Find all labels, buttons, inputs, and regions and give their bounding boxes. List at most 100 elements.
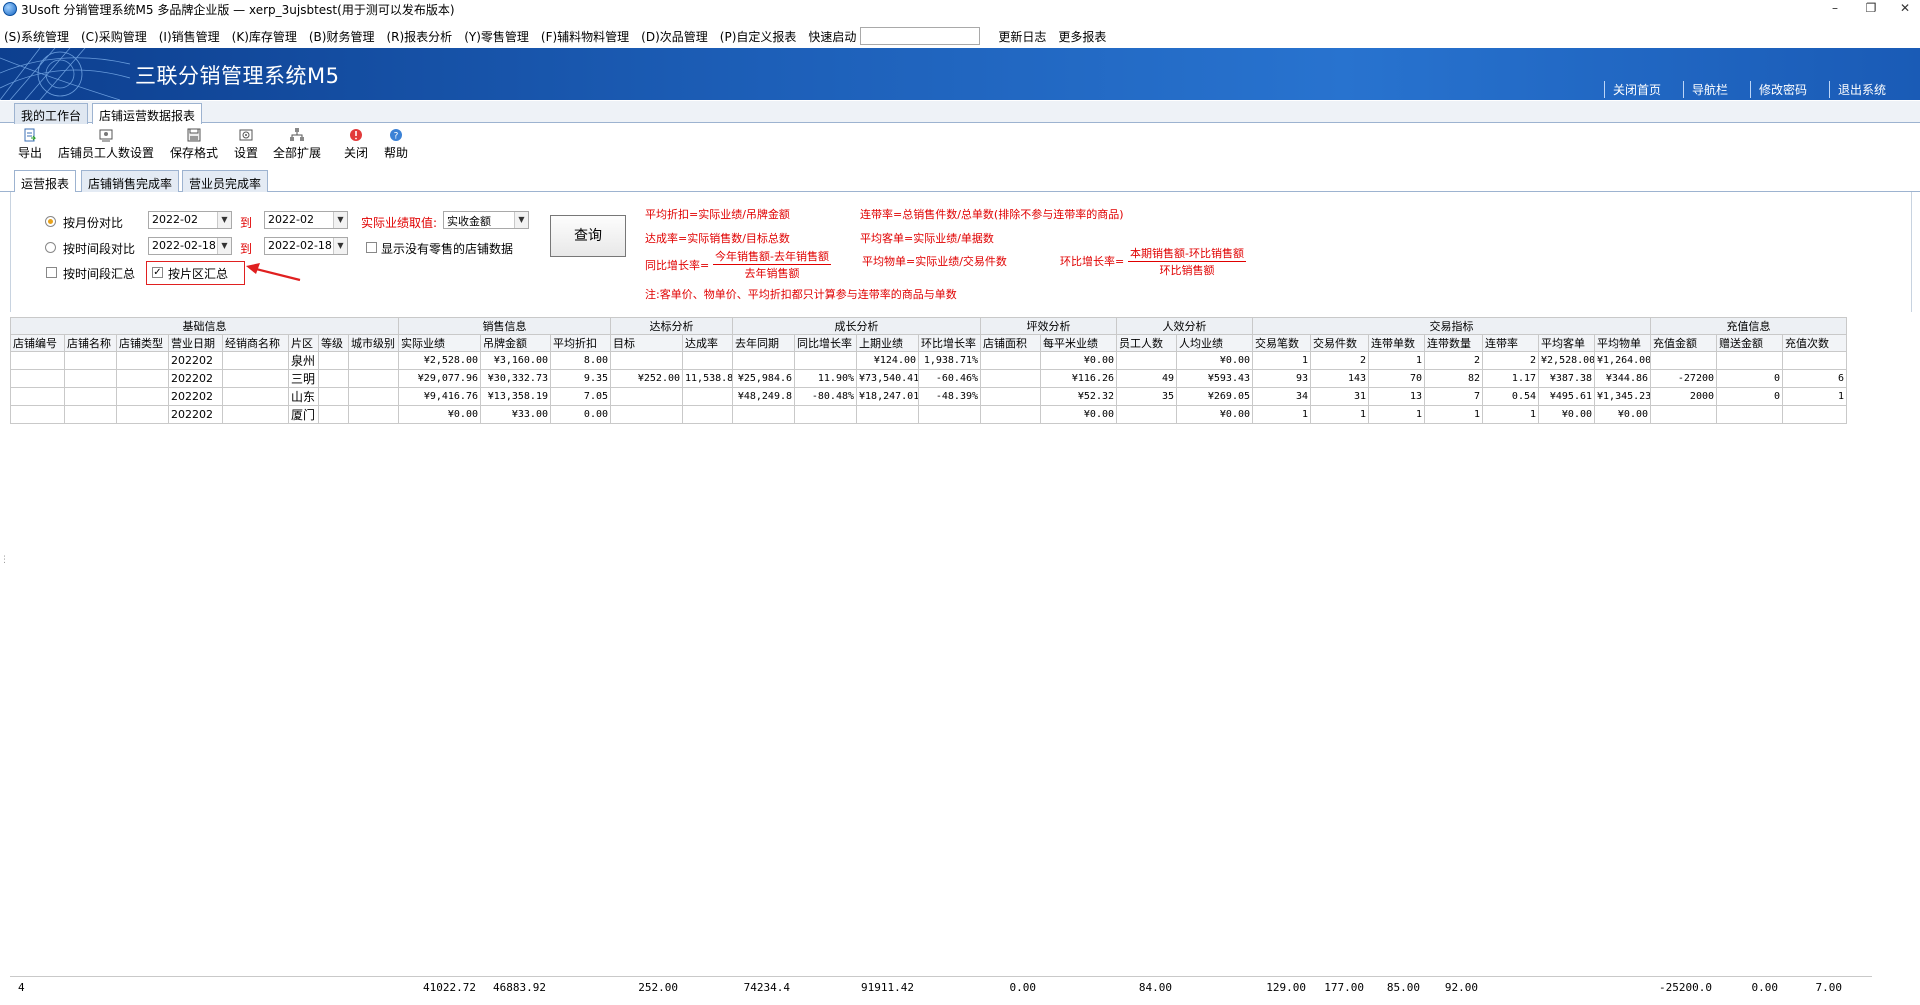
grid-column-header-cell[interactable]: 片区	[288, 334, 319, 352]
table-cell: 8.00	[549, 351, 612, 370]
navigation-link[interactable]: 导航栏	[1682, 81, 1742, 98]
grid-column-header-cell[interactable]: 充值次数	[1782, 334, 1848, 352]
tab-store-sales-completion[interactable]: 店铺销售完成率	[81, 170, 180, 192]
tab-store-operations-report[interactable]: 店铺运营数据报表	[92, 103, 203, 125]
yoy-formula-label: 同比增长率=	[645, 259, 710, 272]
menu-purchase[interactable]: (C)采购管理	[81, 28, 147, 45]
table-cell	[222, 369, 289, 388]
change-password-link[interactable]: 修改密码	[1749, 81, 1821, 98]
grid-group-header-cell: 基础信息	[10, 317, 399, 335]
actual-performance-select[interactable]: 实收金额 ▼	[443, 211, 529, 229]
grid-column-header-cell[interactable]: 赠送金额	[1716, 334, 1784, 352]
table-row[interactable]: 202202 泉州 ¥2,528.00 ¥3,160.00 8.00 ¥124.00 1,9…	[10, 351, 1848, 370]
close-button[interactable]: 关闭	[344, 128, 368, 161]
export-button[interactable]: 导出	[18, 128, 42, 161]
logout-link[interactable]: 退出系统	[1828, 81, 1900, 98]
menu-retail[interactable]: (Y)零售管理	[464, 28, 529, 45]
show-no-sales-label: 显示没有零售的店铺数据	[381, 242, 514, 256]
date-from-select[interactable]: 2022-02-18 ▼	[148, 237, 232, 255]
settings-button[interactable]: 设置	[234, 128, 258, 161]
maximize-button[interactable]: ❐	[1856, 1, 1886, 17]
period-summary-checkbox[interactable]	[46, 267, 57, 278]
help-button[interactable]: ? 帮助	[384, 128, 408, 161]
grid-column-header-cell[interactable]: 去年同期	[732, 334, 796, 352]
quick-launch-input[interactable]	[860, 27, 981, 45]
table-cell: ¥116.26	[1040, 369, 1118, 388]
grid-column-header-cell[interactable]: 店铺面积	[980, 334, 1042, 352]
menu-reports[interactable]: (R)报表分析	[386, 28, 452, 45]
grid-column-header-cell[interactable]: 等级	[318, 334, 349, 352]
menu-materials[interactable]: (F)辅料物料管理	[541, 28, 629, 45]
table-cell: 1	[1252, 405, 1312, 424]
date-to-select[interactable]: 2022-02-18 ▼	[264, 237, 348, 255]
grid-column-header-cell[interactable]: 交易笔数	[1252, 334, 1312, 352]
grid-column-header-cell[interactable]: 人均业绩	[1176, 334, 1254, 352]
tab-workbench[interactable]: 我的工作台	[14, 103, 89, 124]
close-home-link[interactable]: 关闭首页	[1603, 81, 1675, 98]
grid-column-header-cell[interactable]: 达成率	[682, 334, 734, 352]
grid-column-header-cell[interactable]: 交易件数	[1310, 334, 1370, 352]
grid-column-header-cell[interactable]: 连带单数	[1368, 334, 1426, 352]
grid-column-header-cell[interactable]: 城市级别	[348, 334, 399, 352]
grid-column-header-cell[interactable]: 店铺名称	[64, 334, 117, 352]
month-from-select[interactable]: 2022-02 ▼	[148, 211, 232, 229]
tab-salesperson-completion[interactable]: 营业员完成率	[182, 170, 269, 192]
table-row[interactable]: 202202 厦门 ¥0.00 ¥33.00 0.00 ¥0.00 ¥0.00 1 1 1 1 1 ¥0…	[10, 405, 1848, 424]
menu-changelog[interactable]: 更新日志	[998, 28, 1046, 45]
splitter-handle[interactable]: ⋮	[0, 555, 9, 565]
grid-column-header-cell[interactable]: 店铺编号	[10, 334, 65, 352]
area-summary-checkbox[interactable]: ✓	[152, 267, 163, 278]
table-cell: ¥593.43	[1176, 369, 1254, 388]
grid-column-header-cell[interactable]: 平均折扣	[549, 334, 612, 352]
table-row[interactable]: 202202 山东 ¥9,416.76 ¥13,358.19 7.05 ¥48,249.8…	[10, 387, 1848, 406]
footer-total-value: 7.00	[1815, 981, 1843, 994]
table-row[interactable]: 202202 三明 ¥29,077.96 ¥30,332.73 9.35 ¥252.00 1…	[10, 369, 1848, 388]
query-button[interactable]: 查询	[550, 215, 626, 257]
settings-icon	[239, 129, 253, 141]
table-cell: ¥0.00	[1538, 405, 1596, 424]
menu-custom-reports[interactable]: (P)自定义报表	[720, 28, 797, 45]
grid-column-header-cell[interactable]: 经销商名称	[222, 334, 289, 352]
minimize-button[interactable]: –	[1820, 1, 1850, 17]
table-cell: 11.90%	[794, 369, 858, 388]
grid-column-header-cell[interactable]: 连带率	[1482, 334, 1540, 352]
grid-column-header-cell[interactable]: 上期业绩	[856, 334, 920, 352]
grid-column-header-cell[interactable]: 目标	[610, 334, 684, 352]
table-cell	[318, 387, 349, 406]
expand-all-button[interactable]: 全部扩展	[273, 128, 321, 161]
grid-column-header-cell[interactable]: 同比增长率	[794, 334, 858, 352]
by-period-radio[interactable]	[45, 242, 56, 253]
menu-inventory[interactable]: (K)库存管理	[232, 28, 297, 45]
table-cell: -60.46%	[918, 369, 982, 388]
menu-finance[interactable]: (B)财务管理	[309, 28, 375, 45]
table-cell	[348, 351, 399, 370]
show-no-sales-checkbox[interactable]	[366, 242, 377, 253]
close-window-button[interactable]: ✕	[1890, 1, 1920, 17]
grid-column-header-cell[interactable]: 每平米业绩	[1040, 334, 1118, 352]
staff-count-settings-button[interactable]: 店铺员工人数设置	[58, 128, 154, 161]
grid-column-header-cell[interactable]: 连带数量	[1424, 334, 1484, 352]
grid-column-header-cell[interactable]: 营业日期	[168, 334, 223, 352]
table-cell: ¥30,332.73	[480, 369, 551, 388]
grid-column-header-cell[interactable]: 环比增长率	[918, 334, 982, 352]
table-cell	[64, 351, 117, 370]
by-month-radio[interactable]	[45, 216, 56, 227]
grid-column-header-cell[interactable]: 吊牌金额	[480, 334, 551, 352]
table-cell	[116, 387, 169, 406]
grid-column-header-cell[interactable]: 充值金额	[1650, 334, 1718, 352]
grid-column-header-cell[interactable]: 店铺类型	[116, 334, 169, 352]
month-to-select[interactable]: 2022-02 ▼	[264, 211, 348, 229]
save-format-button[interactable]: 保存格式	[170, 128, 218, 161]
grid-column-header-cell[interactable]: 平均客单	[1538, 334, 1596, 352]
menu-system[interactable]: (S)系统管理	[4, 28, 69, 45]
menu-sales[interactable]: (I)销售管理	[159, 28, 220, 45]
menu-defects[interactable]: (D)次品管理	[641, 28, 708, 45]
table-cell	[318, 369, 349, 388]
table-cell	[794, 351, 858, 370]
grid-column-header-cell[interactable]: 员工人数	[1116, 334, 1178, 352]
grid-column-header-cell[interactable]: 平均物单	[1594, 334, 1652, 352]
table-cell	[1116, 351, 1178, 370]
menu-more-reports[interactable]: 更多报表	[1058, 28, 1106, 45]
tab-operations-report[interactable]: 运营报表	[14, 170, 77, 192]
grid-column-header-cell[interactable]: 实际业绩	[398, 334, 481, 352]
